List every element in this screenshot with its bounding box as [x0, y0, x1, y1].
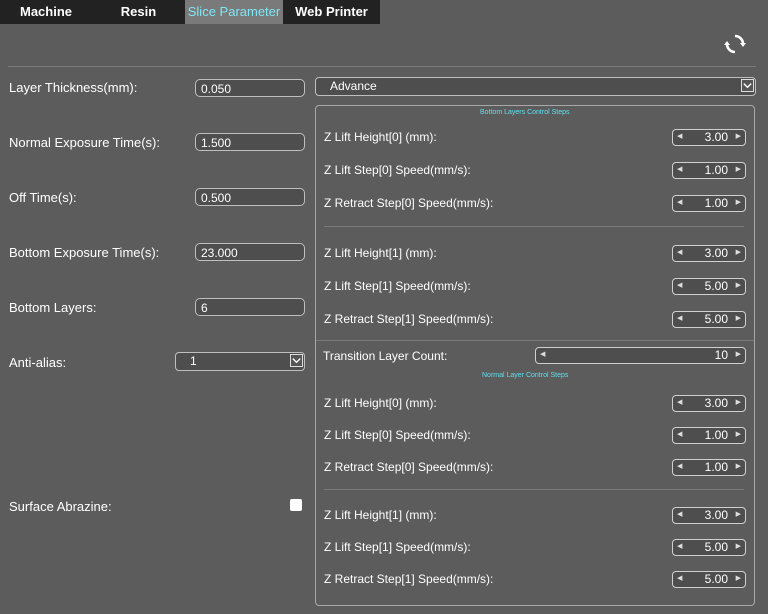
bottom-step-5-label: Z Retract Step[1] Speed(mm/s):: [324, 312, 494, 326]
bottom-step-4-stepper[interactable]: ◀ 5.00 ▶: [672, 278, 746, 295]
anti-alias-select[interactable]: 1: [175, 352, 305, 371]
divider: [8, 66, 756, 67]
increment-icon[interactable]: ▶: [736, 460, 741, 474]
bottom-step-1-stepper[interactable]: ◀ 1.00 ▶: [672, 162, 746, 179]
bottom-step-2-label: Z Retract Step[0] Speed(mm/s):: [324, 196, 494, 210]
bottom-step-4-label: Z Lift Step[1] Speed(mm/s):: [324, 279, 471, 293]
increment-icon[interactable]: ▶: [736, 572, 741, 586]
decrement-icon[interactable]: ◀: [677, 460, 682, 474]
normal-exposure-label: Normal Exposure Time(s):: [9, 135, 160, 150]
decrement-icon[interactable]: ◀: [677, 540, 682, 554]
normal-step-0-label: Z Lift Height[0] (mm):: [324, 396, 437, 410]
refresh-icon[interactable]: [724, 33, 746, 55]
bottom-layers-label: Bottom Layers:: [9, 300, 97, 315]
bottom-section-title: Bottom Layers Control Steps: [480, 109, 570, 116]
normal-step-4-stepper[interactable]: ◀ 5.00 ▶: [672, 539, 746, 556]
bottom-layers-input[interactable]: 6: [195, 298, 305, 316]
tab-slice-parameter[interactable]: Slice Parameter: [185, 0, 283, 24]
increment-icon[interactable]: ▶: [736, 540, 741, 554]
stepper-value: 1.00: [704, 196, 728, 210]
decrement-icon[interactable]: ◀: [677, 246, 682, 260]
increment-icon[interactable]: ▶: [736, 428, 741, 442]
increment-icon[interactable]: ▶: [736, 279, 741, 293]
bottom-step-0-stepper[interactable]: ◀ 3.00 ▶: [672, 129, 746, 146]
decrement-icon[interactable]: ◀: [677, 508, 682, 522]
normal-step-3-stepper[interactable]: ◀ 3.00 ▶: [672, 507, 746, 524]
decrement-icon[interactable]: ◀: [677, 396, 682, 410]
transition-layer-stepper[interactable]: ◀ 10 ▶: [535, 347, 746, 364]
normal-step-2-stepper[interactable]: ◀ 1.00 ▶: [672, 459, 746, 476]
decrement-icon[interactable]: ◀: [677, 196, 682, 210]
chevron-down-icon: [290, 354, 303, 367]
bottom-exposure-input[interactable]: 23.000: [195, 243, 305, 261]
tab-machine[interactable]: Machine: [0, 0, 92, 24]
tab-web-printer[interactable]: Web Printer: [283, 0, 380, 24]
bottom-exposure-label: Bottom Exposure Time(s):: [9, 245, 160, 260]
normal-step-4-label: Z Lift Step[1] Speed(mm/s):: [324, 540, 471, 554]
transition-layer-label: Transition Layer Count:: [323, 349, 448, 363]
chevron-down-icon: [741, 79, 754, 92]
normal-step-2-label: Z Retract Step[0] Speed(mm/s):: [324, 460, 494, 474]
stepper-value: 1.00: [704, 460, 728, 474]
off-time-label: Off Time(s):: [9, 190, 77, 205]
stepper-value: 3.00: [704, 130, 728, 144]
increment-icon[interactable]: ▶: [736, 508, 741, 522]
decrement-icon[interactable]: ◀: [677, 428, 682, 442]
divider: [324, 226, 744, 227]
surface-abrazine-checkbox[interactable]: [290, 499, 302, 511]
off-time-input[interactable]: 0.500: [195, 188, 305, 206]
bottom-step-1-label: Z Lift Step[0] Speed(mm/s):: [324, 163, 471, 177]
increment-icon[interactable]: ▶: [736, 196, 741, 210]
stepper-value: 5.00: [704, 279, 728, 293]
anti-alias-label: Anti-alias:: [9, 355, 67, 370]
normal-step-5-stepper[interactable]: ◀ 5.00 ▶: [672, 571, 746, 588]
stepper-value: 10: [714, 348, 728, 362]
anti-alias-value: 1: [190, 354, 197, 368]
normal-exposure-input[interactable]: 1.500: [195, 133, 305, 151]
layer-thickness-label: Layer Thickness(mm):: [9, 80, 138, 95]
stepper-value: 3.00: [704, 508, 728, 522]
stepper-value: 1.00: [704, 428, 728, 442]
divider: [316, 340, 754, 341]
decrement-icon[interactable]: ◀: [677, 279, 682, 293]
increment-icon[interactable]: ▶: [736, 396, 741, 410]
decrement-icon[interactable]: ◀: [677, 572, 682, 586]
increment-icon[interactable]: ▶: [736, 348, 741, 362]
stepper-value: 5.00: [704, 540, 728, 554]
normal-step-1-label: Z Lift Step[0] Speed(mm/s):: [324, 428, 471, 442]
bottom-step-3-label: Z Lift Height[1] (mm):: [324, 246, 437, 260]
decrement-icon[interactable]: ◀: [540, 348, 545, 362]
increment-icon[interactable]: ▶: [736, 130, 741, 144]
increment-icon[interactable]: ▶: [736, 163, 741, 177]
surface-abrazine-label: Surface Abrazine:: [9, 499, 112, 514]
mode-value: Advance: [330, 79, 377, 93]
normal-step-5-label: Z Retract Step[1] Speed(mm/s):: [324, 572, 494, 586]
bottom-step-5-stepper[interactable]: ◀ 5.00 ▶: [672, 311, 746, 328]
decrement-icon[interactable]: ◀: [677, 312, 682, 326]
tab-resin[interactable]: Resin: [92, 0, 185, 24]
decrement-icon[interactable]: ◀: [677, 163, 682, 177]
stepper-value: 1.00: [704, 163, 728, 177]
tab-bar: Machine Resin Slice Parameter Web Printe…: [0, 0, 768, 24]
layer-thickness-input[interactable]: 0.050: [195, 79, 305, 97]
bottom-step-2-stepper[interactable]: ◀ 1.00 ▶: [672, 195, 746, 212]
stepper-value: 3.00: [704, 396, 728, 410]
stepper-value: 5.00: [704, 572, 728, 586]
normal-section-title: Normal Layer Control Steps: [482, 372, 569, 379]
bottom-step-3-stepper[interactable]: ◀ 3.00 ▶: [672, 245, 746, 262]
normal-step-0-stepper[interactable]: ◀ 3.00 ▶: [672, 395, 746, 412]
stepper-value: 5.00: [704, 312, 728, 326]
mode-select[interactable]: Advance: [315, 77, 756, 96]
stepper-value: 3.00: [704, 246, 728, 260]
increment-icon[interactable]: ▶: [736, 246, 741, 260]
decrement-icon[interactable]: ◀: [677, 130, 682, 144]
divider: [324, 489, 744, 490]
increment-icon[interactable]: ▶: [736, 312, 741, 326]
bottom-step-0-label: Z Lift Height[0] (mm):: [324, 130, 437, 144]
normal-step-3-label: Z Lift Height[1] (mm):: [324, 508, 437, 522]
normal-step-1-stepper[interactable]: ◀ 1.00 ▶: [672, 427, 746, 444]
